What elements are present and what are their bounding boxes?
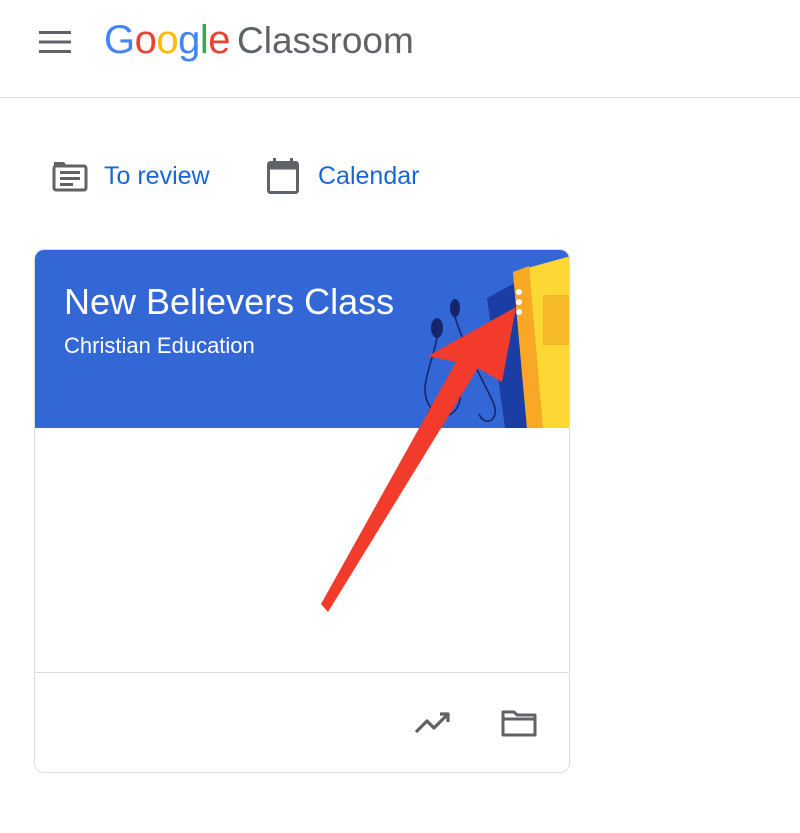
class-title[interactable]: New Believers Class	[64, 281, 394, 323]
to-review-link[interactable]: To review	[50, 154, 210, 198]
folder-icon	[501, 710, 537, 737]
class-options-button[interactable]	[509, 282, 529, 322]
brand-letter: l	[199, 18, 209, 62]
google-wordmark: Google	[104, 18, 231, 63]
brand-letter: o	[156, 18, 179, 62]
hamburger-menu-icon	[39, 31, 71, 53]
brand-letter: G	[104, 18, 135, 62]
calendar-link[interactable]: Calendar	[264, 154, 419, 198]
class-card-footer	[35, 672, 569, 772]
more-vert-icon	[516, 289, 522, 315]
brand-letter: g	[178, 18, 200, 62]
brand-letter: o	[134, 18, 157, 62]
product-name: Classroom	[237, 20, 414, 61]
main-menu-button[interactable]	[37, 27, 73, 57]
class-card-body	[35, 428, 569, 672]
class-card: New Believers Class Christian Education	[34, 249, 570, 773]
google-classroom-logo[interactable]: Google Classroom	[104, 18, 414, 68]
to-review-label: To review	[104, 161, 210, 190]
assignment-list-icon	[52, 162, 88, 192]
brand-letter: e	[208, 18, 231, 62]
open-folder-button[interactable]	[499, 703, 539, 743]
calendar-label: Calendar	[318, 161, 420, 190]
class-section: Christian Education	[64, 333, 255, 358]
trending-up-icon	[414, 712, 450, 734]
calendar-icon	[267, 158, 299, 194]
class-card-header[interactable]: New Believers Class Christian Education	[35, 250, 569, 428]
open-gradebook-button[interactable]	[413, 703, 453, 743]
top-app-bar: Google Classroom	[0, 0, 800, 98]
classroom-page: Google Classroom To review Calendar New …	[0, 0, 800, 833]
